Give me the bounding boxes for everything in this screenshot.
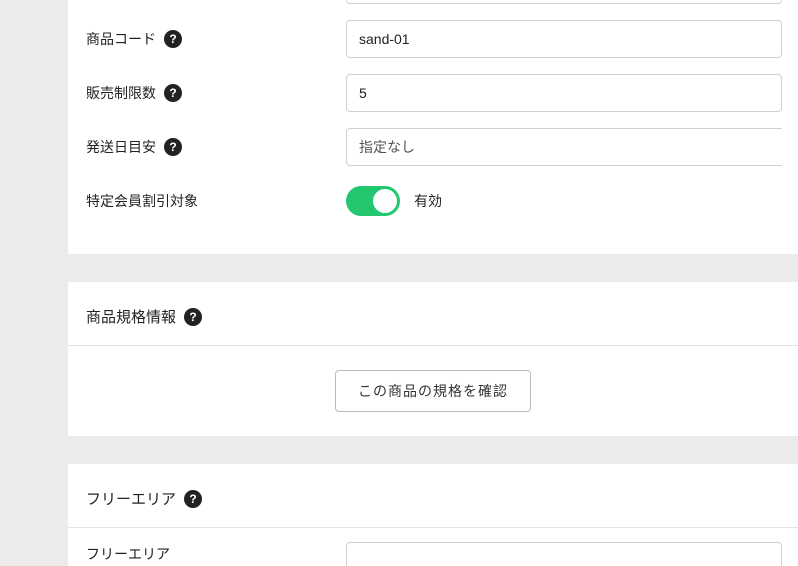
spec-section-body: この商品の規格を確認 [68,346,798,436]
label-member-discount: 特定会員割引対象 [86,191,346,211]
row-free-area: フリーエリア [68,528,798,566]
delivery-estimate-select[interactable]: 指定なし [346,128,782,166]
toggle-row: 有効 [346,186,782,216]
input-col [346,0,782,4]
form-row-partial [68,0,798,12]
spec-section-title: 商品規格情報 [86,306,176,327]
row-delivery-estimate: 発送日目安 ? 指定なし [68,120,798,174]
help-icon[interactable]: ? [164,30,182,48]
label-product-code: 商品コード ? [86,29,346,49]
help-icon[interactable]: ? [164,138,182,156]
help-icon[interactable]: ? [164,84,182,102]
product-form-card: 商品コード ? 販売制限数 ? 発送日目安 ? 指定なし 特定会員割引対象 [68,0,798,254]
card-spacer [0,254,798,282]
label-text: 販売制限数 [86,83,156,103]
input-col [346,20,782,58]
spec-section-header: 商品規格情報 ? [68,282,798,346]
cutoff-input-remnant [346,0,782,4]
free-area-input[interactable] [346,542,782,566]
toggle-knob [373,189,397,213]
free-area-title: フリーエリア [86,488,176,509]
label-sales-limit: 販売制限数 ? [86,83,346,103]
select-value: 指定なし [359,137,415,157]
label-text: 発送日目安 [86,137,156,157]
label-free-area: フリーエリア [86,544,346,564]
product-code-input[interactable] [346,20,782,58]
free-area-card: フリーエリア ? フリーエリア [68,464,798,566]
help-icon[interactable]: ? [184,490,202,508]
help-icon[interactable]: ? [184,308,202,326]
label-text: フリーエリア [86,544,170,564]
label-text: 特定会員割引対象 [86,191,198,211]
input-col: 有効 [346,186,782,216]
toggle-status-label: 有効 [414,191,442,211]
input-col [346,542,782,566]
label-text: 商品コード [86,29,156,49]
row-member-discount: 特定会員割引対象 有効 [68,174,798,228]
product-spec-card: 商品規格情報 ? この商品の規格を確認 [68,282,798,436]
label-delivery-estimate: 発送日目安 ? [86,137,346,157]
input-col [346,74,782,112]
row-product-code: 商品コード ? [68,12,798,66]
card-spacer [0,436,798,464]
row-sales-limit: 販売制限数 ? [68,66,798,120]
free-area-header: フリーエリア ? [68,464,798,528]
input-col: 指定なし [346,128,782,166]
sales-limit-input[interactable] [346,74,782,112]
member-discount-toggle[interactable] [346,186,400,216]
confirm-spec-button[interactable]: この商品の規格を確認 [335,370,531,412]
